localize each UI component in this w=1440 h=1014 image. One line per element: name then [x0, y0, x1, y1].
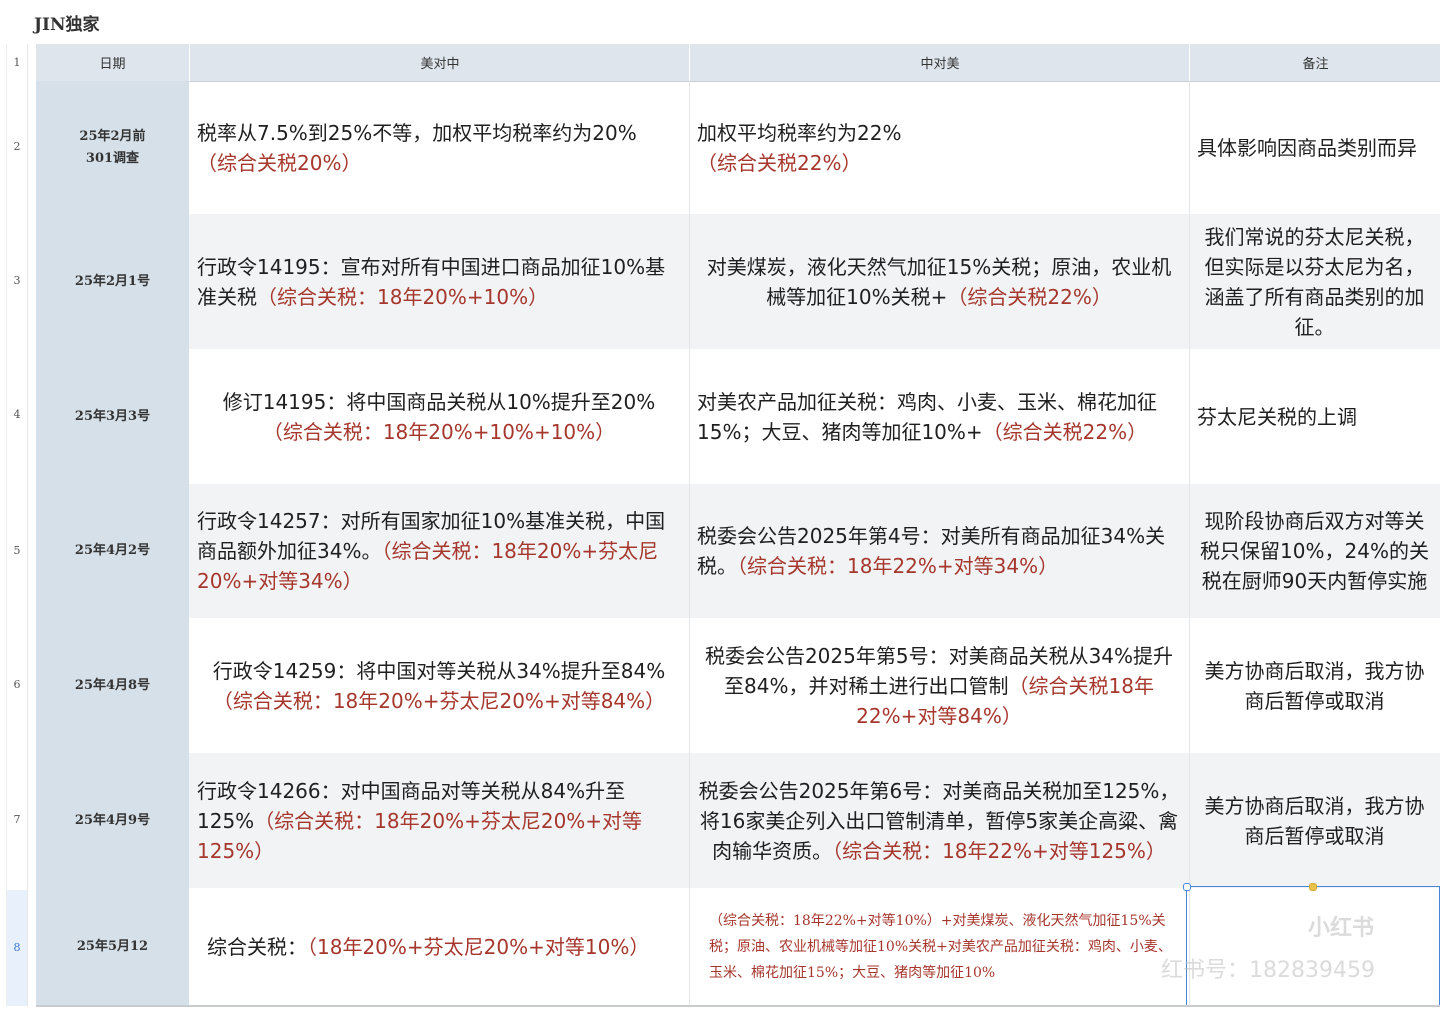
table-row: 行政令14259：将中国对等关税从34%提升至84% （综合关税：18年20%+芬…	[189, 618, 1440, 753]
combined-tariff-text: （综合关税：18年22%+对等10%）+对美煤炭、液化天然气加征15%关税；原油…	[709, 913, 1172, 981]
date-cell[interactable]: 25年2月前 301调查	[36, 81, 189, 214]
combined-tariff-text: （综合关税：18年20%+10%）	[257, 284, 549, 309]
date-cell[interactable]: 25年4月9号	[36, 753, 189, 888]
cn-to-us-cell[interactable]: 加权平均税率约为22% （综合关税22%）	[689, 81, 1189, 214]
watermark-logo: 小红书	[1308, 916, 1375, 941]
selection-handle[interactable]	[1183, 883, 1191, 891]
notes-cell[interactable]: 美方协商后取消，我方协商后暂停或取消	[1189, 618, 1440, 753]
combined-tariff-text: （综合关税22%）	[982, 419, 1148, 444]
selection-handle[interactable]	[1309, 883, 1317, 891]
us-to-cn-cell[interactable]: 行政令14195：宣布对所有中国进口商品加征10%基准关税（综合关税：18年20…	[189, 214, 689, 349]
cn-to-us-cell[interactable]: 对美农产品加征关税：鸡肉、小麦、玉米、棉花加征15%；大豆、猪肉等加征10%+（…	[689, 349, 1189, 484]
us-to-cn-cell[interactable]: 综合关税：（18年20%+芬太尼20%+对等10%）	[189, 888, 689, 1006]
cell-text: 综合关税：	[207, 935, 307, 959]
row-number-selected[interactable]: 8	[7, 890, 27, 1006]
notes-cell[interactable]: 我们常说的芬太尼关税，但实际是以芬太尼为名，涵盖了所有商品类别的加征。	[1189, 214, 1440, 349]
notes-cell[interactable]: 美方协商后取消，我方协商后暂停或取消	[1189, 753, 1440, 888]
table-row: 修订14195：将中国商品关税从10%提升至20% （综合关税：18年20%+10…	[189, 349, 1440, 484]
cn-to-us-cell[interactable]: 税委会公告2025年第5号：对美商品关税从34%提升至84%，并对稀土进行出口管…	[689, 618, 1189, 753]
cell-selection-box[interactable]	[1186, 886, 1440, 1006]
cell-text: 具体影响因商品类别而异	[1197, 135, 1417, 160]
table-row: 行政令14257：对所有国家加征10%基准关税，中国商品额外加征34%。（综合关…	[189, 484, 1440, 618]
combined-tariff-text: （综合关税：18年22%+对等34%）	[737, 554, 1059, 578]
combined-tariff-text: （综合关税：18年22%+对等125%）	[832, 838, 1166, 863]
tariff-table: 日期 美对中 中对美 备注 25年2月前 301调查 税率从7.5%到25%不等…	[36, 44, 1440, 1006]
cell-text: 加权平均税率约为22%	[697, 120, 902, 145]
row-number[interactable]: 7	[7, 813, 27, 826]
row-number[interactable]: 1	[7, 56, 27, 69]
date-cell[interactable]: 25年5月12	[36, 888, 189, 1006]
combined-tariff-text: （综合关税20%）	[197, 150, 362, 175]
cell-text: 现阶段协商后双方对等关税只保留10%，24%的关税在厨师90天内暂停实施	[1200, 509, 1429, 593]
cell-text: 我们常说的芬太尼关税，但实际是以芬太尼为名，涵盖了所有商品类别的加征。	[1204, 224, 1425, 339]
cell-text: 税率从7.5%到25%不等，加权平均税率约为20%	[197, 120, 637, 145]
cell-text: 芬太尼关税的上调	[1197, 404, 1357, 429]
row-number[interactable]: 3	[7, 274, 27, 287]
sheet-brand-title: JIN独家	[34, 15, 100, 35]
cell-text: 行政令14259：将中国对等关税从34%提升至84%	[212, 658, 666, 683]
row-number[interactable]: 5	[7, 544, 27, 557]
sheet-bottom-border	[36, 1005, 1440, 1007]
header-date[interactable]: 日期	[36, 44, 189, 82]
cn-to-us-cell[interactable]: 对美煤炭，液化天然气加征15%关税；原油，农业机械等加征10%关税+（综合关税2…	[689, 214, 1189, 349]
us-to-cn-cell[interactable]: 行政令14259：将中国对等关税从34%提升至84% （综合关税：18年20%+芬…	[189, 618, 689, 753]
combined-tariff-text: （18年20%+芬太尼20%+对等10%）	[307, 935, 650, 959]
cn-to-us-cell[interactable]: 税委会公告2025年第4号：对美所有商品加征34%关税。（综合关税：18年22%…	[689, 484, 1189, 618]
date-cell[interactable]: 25年2月1号	[36, 214, 189, 349]
date-cell[interactable]: 25年4月8号	[36, 618, 189, 753]
column-divider	[689, 81, 690, 1006]
date-cell[interactable]: 25年3月3号	[36, 349, 189, 484]
watermark-text: 红书号：1828394​59	[1161, 958, 1375, 983]
cn-to-us-cell[interactable]: （综合关税：18年22%+对等10%）+对美煤炭、液化天然气加征15%关税；原油…	[689, 888, 1189, 1006]
header-cn-to-us[interactable]: 中对美	[689, 44, 1190, 82]
notes-cell[interactable]: 现阶段协商后双方对等关税只保留10%，24%的关税在厨师90天内暂停实施	[1189, 484, 1440, 618]
column-divider	[1189, 81, 1190, 1006]
combined-tariff-text: （综合关税22%）	[947, 284, 1112, 309]
table-row: 税率从7.5%到25%不等，加权平均税率约为20% （综合关税20%） 加权平均税…	[189, 81, 1440, 214]
table-row: 行政令14266：对中国商品对等关税从84%升至125%（综合关税：18年20%…	[189, 753, 1440, 888]
header-notes[interactable]: 备注	[1189, 44, 1440, 82]
date-cell[interactable]: 25年4月2号	[36, 484, 189, 618]
us-to-cn-cell[interactable]: 行政令14257：对所有国家加征10%基准关税，中国商品额外加征34%。（综合关…	[189, 484, 689, 618]
row-number-gutter: 1 2 3 4 5 6 7 8	[6, 44, 28, 1006]
us-to-cn-cell[interactable]: 行政令14266：对中国商品对等关税从84%升至125%（综合关税：18年20%…	[189, 753, 689, 888]
row-number[interactable]: 4	[7, 408, 27, 421]
combined-tariff-text: （综合关税22%）	[697, 150, 862, 175]
combined-tariff-text: （综合关税：18年20%+10%+10%）	[262, 419, 616, 444]
header-us-to-cn[interactable]: 美对中	[189, 44, 690, 82]
us-to-cn-cell[interactable]: 修订14195：将中国商品关税从10%提升至20% （综合关税：18年20%+10…	[189, 349, 689, 484]
cell-text: 美方协商后取消，我方协商后暂停或取消	[1204, 658, 1425, 713]
row-number[interactable]: 2	[7, 140, 27, 153]
cn-to-us-cell[interactable]: 税委会公告2025年第6号：对美商品关税加至125%，将16家美企列入出口管制清…	[689, 753, 1189, 888]
notes-cell[interactable]: 具体影响因商品类别而异	[1189, 81, 1440, 214]
cell-text: 修订14195：将中国商品关税从10%提升至20%	[222, 389, 656, 414]
combined-tariff-text: （综合关税：18年20%+芬太尼20%+对等84%）	[212, 688, 666, 713]
row-number[interactable]: 6	[7, 678, 27, 691]
us-to-cn-cell[interactable]: 税率从7.5%到25%不等，加权平均税率约为20% （综合关税20%）	[189, 81, 689, 214]
cell-text: 美方协商后取消，我方协商后暂停或取消	[1204, 793, 1425, 848]
notes-cell[interactable]: 芬太尼关税的上调	[1189, 349, 1440, 484]
table-row: 行政令14195：宣布对所有中国进口商品加征10%基准关税（综合关税：18年20…	[189, 214, 1440, 349]
combined-tariff-text: （综合关税：18年20%+芬太尼20%+对等125%）	[197, 808, 643, 863]
